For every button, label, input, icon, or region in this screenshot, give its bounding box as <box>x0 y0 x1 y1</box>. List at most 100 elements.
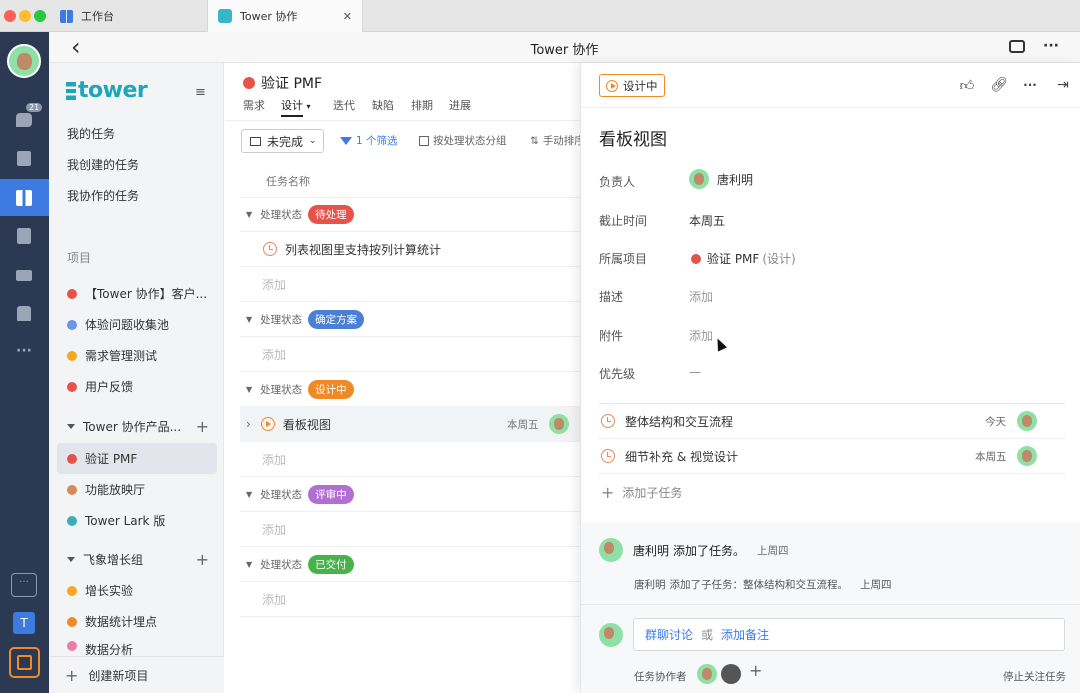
task-row[interactable]: 列表视图里支持按列计算统计 <box>240 232 580 267</box>
add-task-row[interactable]: 添加 <box>240 267 580 302</box>
collapse-sidebar-icon[interactable]: ≡ <box>195 85 206 100</box>
tab-schedule[interactable]: 排期 <box>411 97 433 113</box>
add-task-row[interactable]: 添加 <box>240 582 580 617</box>
more-icon[interactable]: ··· <box>1020 75 1040 95</box>
caret-down-icon: ▼ <box>246 209 253 219</box>
status-badge: 确定方案 <box>308 309 365 329</box>
create-project-button[interactable]: + 创建新项目 <box>49 656 224 693</box>
sidebar-project[interactable]: 【Tower 协作】客户... <box>57 278 217 309</box>
sidebar-project-selected[interactable]: 验证 PMF <box>57 443 217 474</box>
document-icon[interactable] <box>14 226 34 246</box>
sidebar-item-created-tasks[interactable]: 我创建的任务 <box>57 149 217 180</box>
project-field[interactable]: 验证 PMF (设计) <box>689 250 796 267</box>
robot-icon[interactable] <box>1009 40 1025 53</box>
filter-button[interactable]: 1 个筛选 <box>340 133 398 148</box>
sidebar-item-collab-tasks[interactable]: 我协作的任务 <box>57 180 217 211</box>
sidebar-group-growth[interactable]: 飞象增长组 + <box>57 544 217 575</box>
close-panel-icon[interactable]: ⇥ <box>1053 75 1073 95</box>
workspace-nav-active[interactable] <box>0 179 49 216</box>
minimize-window-button[interactable] <box>19 10 31 22</box>
task-title[interactable]: 看板视图 <box>599 125 667 150</box>
sidebar-group-tower[interactable]: Tower 协作产品... + <box>57 411 217 442</box>
task-list-pane: 验证 PMF 需求 设计 ▾ 迭代 缺陷 排期 进展 未完成 ⌄ 1 个筛选 按… <box>225 63 580 693</box>
close-window-button[interactable] <box>4 10 16 22</box>
tower-logo-icon <box>66 81 76 100</box>
due-field[interactable]: 本周五 <box>689 212 725 229</box>
priority-field[interactable]: — <box>689 365 701 379</box>
maximize-window-button[interactable] <box>34 10 46 22</box>
activity-user: 唐利明 <box>633 543 670 558</box>
tab-requirements[interactable]: 需求 <box>243 97 265 113</box>
collaborator-avatar <box>721 664 741 684</box>
assignee-name: 唐利明 <box>717 172 754 187</box>
sidebar-project[interactable]: 需求管理测试 <box>57 340 217 371</box>
comment-input[interactable]: 群聊讨论 或 添加备注 <box>633 618 1065 651</box>
group-header-decided[interactable]: ▼ 处理状态 确定方案 <box>240 302 580 337</box>
tab-progress[interactable]: 进展 <box>449 97 471 113</box>
add-task-row[interactable]: 添加 <box>240 442 580 477</box>
task-status-button[interactable]: 设计中 <box>599 74 665 97</box>
unfollow-button[interactable]: 停止关注任务 <box>1003 669 1066 684</box>
add-project-icon[interactable]: + <box>196 417 209 436</box>
sidebar-project[interactable]: 体验问题收集池 <box>57 309 217 340</box>
assignee-field[interactable]: 唐利明 <box>689 169 753 189</box>
window-tab-bar: 工作台 Tower 协作 ✕ <box>0 0 1080 32</box>
more-apps-icon[interactable]: ··· <box>14 341 34 361</box>
project-name: 验证 PMF <box>707 252 760 266</box>
tab-defects[interactable]: 缺陷 <box>372 97 394 113</box>
more-options-button[interactable]: ··· <box>1043 38 1059 54</box>
description-field[interactable]: 添加 <box>689 288 713 305</box>
thumbs-up-icon[interactable]: 👍︎ <box>957 75 977 95</box>
caret-down-icon: ▼ <box>246 489 253 499</box>
sort-button[interactable]: ⇅ 手动排序 <box>530 133 580 148</box>
chevron-right-icon[interactable]: › <box>246 417 251 431</box>
group-by-button[interactable]: 按处理状态分组 <box>419 133 507 148</box>
sidebar-project[interactable]: 功能放映厅 <box>57 474 217 505</box>
sidebar-project[interactable]: Tower Lark 版 <box>57 505 217 536</box>
group-header-review[interactable]: ▼ 处理状态 评审中 <box>240 477 580 512</box>
user-avatar[interactable] <box>7 44 41 78</box>
sidebar-item-my-tasks[interactable]: 我的任务 <box>57 118 217 149</box>
group-header-pending[interactable]: ▼ 处理状态 待处理 <box>240 197 580 232</box>
project-color-dot <box>67 616 77 627</box>
group-header-designing[interactable]: ▼ 处理状态 设计中 <box>240 372 580 407</box>
sort-icon: ⇅ <box>530 134 539 147</box>
attachment-field[interactable]: 添加 <box>689 327 713 344</box>
subtask-row[interactable]: 细节补充 & 视觉设计 本周五 <box>599 439 1065 474</box>
tower-app-icon[interactable] <box>9 647 40 678</box>
sidebar-project[interactable]: 数据统计埋点 <box>57 606 217 637</box>
sidebar-project[interactable]: 增长实验 <box>57 575 217 606</box>
task-row-selected[interactable]: › 看板视图 本周五 <box>240 407 580 442</box>
chat-badge: 21 <box>26 103 43 112</box>
tab-workspace[interactable]: 工作台 <box>52 0 202 32</box>
sidebar-project[interactable]: 用户反馈 <box>57 371 217 402</box>
add-project-icon[interactable]: + <box>196 550 209 569</box>
link-icon[interactable]: 🔗︎ <box>989 75 1009 95</box>
project-label: 所属项目 <box>599 252 648 266</box>
tab-tower[interactable]: Tower 协作 ✕ <box>207 0 363 32</box>
stamp-icon[interactable] <box>14 303 34 323</box>
chat-icon[interactable]: 21 <box>14 103 43 130</box>
team-t-icon[interactable]: T <box>13 612 35 634</box>
collab-tasks-label: 我协作的任务 <box>67 189 140 203</box>
add-task-label: 添加 <box>262 522 287 537</box>
group-discuss-link[interactable]: 群聊讨论 <box>645 626 693 643</box>
add-app-button[interactable]: ··· <box>11 573 37 597</box>
group-prefix: 处理状态 <box>260 208 303 221</box>
status-badge: 设计中 <box>308 379 354 399</box>
tab-iteration[interactable]: 迭代 <box>333 97 355 113</box>
add-task-row[interactable]: 添加 <box>240 512 580 547</box>
project-label: 体验问题收集池 <box>85 318 170 332</box>
video-icon[interactable] <box>14 265 34 285</box>
add-subtask-button[interactable]: + 添加子任务 <box>601 483 682 502</box>
add-task-row[interactable]: 添加 <box>240 337 580 372</box>
group-header-delivered[interactable]: ▼ 处理状态 已交付 <box>240 547 580 582</box>
tab-design[interactable]: 设计 ▾ <box>281 97 311 113</box>
project-label: 增长实验 <box>85 584 134 598</box>
subtask-row[interactable]: 整体结构和交互流程 今天 <box>599 404 1065 439</box>
add-collaborator-icon[interactable]: + <box>749 661 762 680</box>
status-filter-dropdown[interactable]: 未完成 ⌄ <box>241 129 324 153</box>
add-note-link[interactable]: 添加备注 <box>721 626 769 643</box>
close-tab-icon[interactable]: ✕ <box>343 10 352 23</box>
calendar-icon[interactable] <box>14 148 34 168</box>
